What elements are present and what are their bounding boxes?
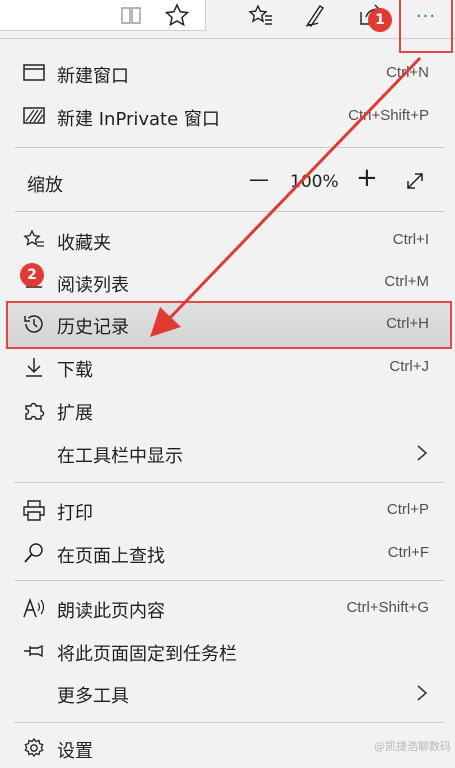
search-icon bbox=[22, 542, 46, 564]
fullscreen-icon[interactable] bbox=[404, 170, 426, 192]
menu-label: 在工具栏中显示 bbox=[57, 446, 183, 467]
watermark: @凯捷浩聊数码 bbox=[374, 740, 451, 753]
menu-item-history[interactable]: 历史记录 Ctrl+H bbox=[0, 304, 455, 344]
shortcut: Ctrl+F bbox=[387, 544, 429, 561]
read-aloud-icon bbox=[22, 597, 46, 619]
printer-icon bbox=[22, 499, 46, 521]
menu-label: 新建窗口 bbox=[57, 66, 129, 87]
menu-item-read-aloud[interactable]: 朗读此页内容 Ctrl+Shift+G bbox=[0, 588, 455, 628]
menu-label: 在页面上查找 bbox=[57, 546, 165, 567]
separator bbox=[14, 580, 444, 581]
shortcut: Ctrl+P bbox=[386, 501, 429, 518]
menu-item-find-on-page[interactable]: 在页面上查找 Ctrl+F bbox=[0, 533, 455, 573]
step-badge-1: 1 bbox=[368, 8, 392, 32]
menu-item-reading-list[interactable]: 阅读列表 Ctrl+M bbox=[0, 262, 455, 302]
menu-item-new-inprivate[interactable]: 新建 InPrivate 窗口 Ctrl+Shift+P bbox=[0, 96, 455, 136]
gear-icon bbox=[22, 737, 46, 759]
menu-label: 将此页面固定到任务栏 bbox=[57, 644, 237, 665]
zoom-level: 100% bbox=[290, 172, 339, 192]
menu-label: 扩展 bbox=[57, 403, 93, 424]
more-dots-icon: ··· bbox=[415, 6, 437, 27]
zoom-in-button[interactable]: + bbox=[356, 163, 378, 193]
shortcut: Ctrl+H bbox=[386, 315, 429, 332]
menu-label: 朗读此页内容 bbox=[57, 601, 165, 622]
chevron-right-icon bbox=[416, 444, 428, 462]
window-icon bbox=[22, 62, 46, 84]
menu-item-print[interactable]: 打印 Ctrl+P bbox=[0, 490, 455, 530]
menu-item-downloads[interactable]: 下载 Ctrl+J bbox=[0, 347, 455, 387]
menu-label: 下载 bbox=[57, 360, 93, 381]
separator bbox=[14, 722, 444, 723]
web-note-pen-icon[interactable] bbox=[300, 2, 330, 28]
menu-item-more-tools[interactable]: 更多工具 bbox=[0, 673, 455, 713]
inprivate-window-icon bbox=[22, 105, 46, 127]
download-icon bbox=[22, 356, 46, 378]
menu-item-new-window[interactable]: 新建窗口 Ctrl+N bbox=[0, 53, 455, 93]
separator bbox=[14, 147, 444, 148]
favorites-hub-icon[interactable] bbox=[245, 2, 275, 28]
menu-item-pin-taskbar[interactable]: 将此页面固定到任务栏 bbox=[0, 631, 455, 671]
menu-label: 阅读列表 bbox=[57, 275, 129, 296]
favorites-icon bbox=[22, 229, 46, 251]
shortcut: Ctrl+Shift+P bbox=[348, 107, 429, 124]
menu-item-extensions[interactable]: 扩展 bbox=[0, 390, 455, 430]
history-clock-icon bbox=[22, 313, 46, 335]
reading-view-icon[interactable] bbox=[116, 2, 146, 28]
shortcut: Ctrl+M bbox=[384, 273, 429, 290]
chevron-right-icon bbox=[416, 684, 428, 702]
menu-item-show-in-toolbar[interactable]: 在工具栏中显示 bbox=[0, 433, 455, 473]
menu-item-zoom: 缩放 bbox=[0, 161, 455, 201]
favorite-star-icon[interactable] bbox=[162, 2, 192, 28]
menu-label: 设置 bbox=[57, 741, 93, 762]
zoom-out-button[interactable]: — bbox=[249, 167, 269, 195]
more-actions-button[interactable]: ··· bbox=[399, 0, 453, 53]
shortcut: Ctrl+Shift+G bbox=[346, 599, 429, 616]
extensions-puzzle-icon bbox=[22, 399, 46, 421]
menu-label: 新建 InPrivate 窗口 bbox=[57, 109, 220, 130]
menu-label: 收藏夹 bbox=[57, 233, 111, 254]
step-badge-2: 2 bbox=[20, 263, 44, 287]
menu-label: 历史记录 bbox=[57, 317, 129, 338]
pin-icon bbox=[22, 640, 46, 662]
shortcut: Ctrl+J bbox=[389, 358, 429, 375]
menu-label: 更多工具 bbox=[57, 686, 129, 707]
menu-label: 打印 bbox=[57, 503, 93, 524]
shortcut: Ctrl+N bbox=[386, 64, 429, 81]
zoom-label: 缩放 bbox=[27, 175, 63, 196]
address-bar[interactable] bbox=[0, 0, 206, 31]
menu-item-favorites[interactable]: 收藏夹 Ctrl+I bbox=[0, 220, 455, 260]
shortcut: Ctrl+I bbox=[392, 231, 429, 248]
separator bbox=[14, 211, 444, 212]
separator bbox=[14, 482, 444, 483]
